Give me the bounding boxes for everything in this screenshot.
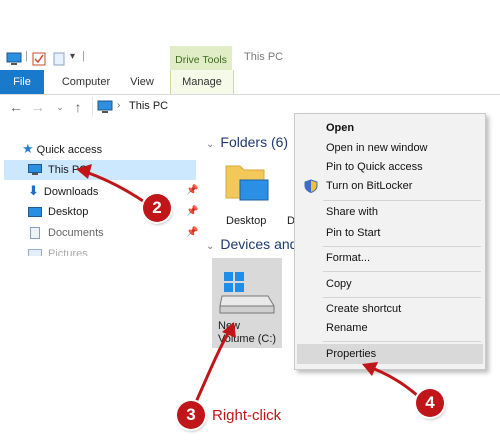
menu-separator <box>323 246 481 247</box>
menu-item-open[interactable]: Open <box>326 122 354 134</box>
menu-highlight <box>297 344 483 364</box>
properties-icon[interactable] <box>32 52 46 66</box>
tab-file[interactable]: File <box>0 70 44 94</box>
menu-item-create-shortcut[interactable]: Create shortcut <box>326 303 401 315</box>
folders-section-header[interactable]: ⌄ Folders (6) <box>206 134 288 150</box>
step-badge-2: 2 <box>143 194 171 222</box>
window-title: This PC <box>244 51 284 63</box>
folder-icon <box>225 165 269 201</box>
sidebar-item-this-pc[interactable]: This PC <box>28 160 87 180</box>
forward-arrow-icon[interactable]: → <box>30 99 46 115</box>
sidebar-item-pictures[interactable]: Pictures <box>28 244 88 256</box>
drive-item-c[interactable]: New Volume (C:) <box>212 258 282 348</box>
step-badge-4: 4 <box>416 389 444 417</box>
menu-separator <box>323 297 481 298</box>
menu-separator <box>323 271 481 272</box>
document-icon <box>30 227 40 240</box>
windows-drive-icon <box>219 272 275 314</box>
pin-icon[interactable]: 📌 <box>186 206 198 217</box>
breadcrumb[interactable]: This PC <box>129 100 168 112</box>
menu-item-share-with[interactable]: Share with <box>326 206 378 218</box>
pin-icon[interactable]: 📌 <box>186 185 198 196</box>
tab-manage[interactable]: Manage <box>170 70 234 94</box>
quick-access-toolbar: | ▾ | <box>6 50 86 68</box>
tab-drive-tools-header: Drive Tools <box>170 46 232 70</box>
menu-item-properties[interactable]: Properties <box>326 348 376 360</box>
tab-computer[interactable]: Computer <box>54 70 118 94</box>
chevron-down-icon: ⌄ <box>206 241 215 252</box>
computer-icon <box>28 164 42 176</box>
menu-item-bitlocker[interactable]: Turn on BitLocker <box>326 180 412 192</box>
customize-toolbar-icon[interactable]: ▾ <box>70 51 75 62</box>
pin-icon[interactable]: 📌 <box>186 227 198 238</box>
recent-dropdown-icon[interactable]: ⌄ <box>52 99 68 115</box>
sidebar-item-desktop[interactable]: Desktop <box>28 202 88 222</box>
chevron-down-icon: ⌄ <box>206 139 215 150</box>
devices-section-header[interactable]: ⌄ Devices and <box>206 236 297 252</box>
shield-icon <box>304 179 318 193</box>
star-icon: ★ <box>22 141 34 156</box>
sidebar-item-quick-access[interactable]: ★ Quick access <box>22 139 102 159</box>
sidebar-item-documents[interactable]: Documents <box>28 223 104 243</box>
menu-item-copy[interactable]: Copy <box>326 278 352 290</box>
menu-item-format[interactable]: Format... <box>326 252 370 264</box>
folder-item-desktop[interactable]: Desktop <box>222 158 272 228</box>
menu-separator <box>323 341 481 342</box>
menu-item-pin-quick-access[interactable]: Pin to Quick access <box>326 161 423 173</box>
drive-label-line1: New <box>218 320 241 332</box>
ribbon-tabs: File Computer View Manage <box>0 70 500 95</box>
up-arrow-icon[interactable]: ↑ <box>70 99 86 115</box>
folder-label: Desktop <box>226 215 267 227</box>
tab-view[interactable]: View <box>122 70 162 94</box>
sidebar-item-downloads[interactable]: ⬇ Downloads <box>28 181 98 201</box>
right-click-callout: Right-click <box>212 407 282 424</box>
download-icon: ⬇ <box>28 183 39 198</box>
desktop-icon <box>28 207 42 218</box>
picture-icon <box>28 249 42 256</box>
drive-label-line2: Volume (C:) <box>218 333 277 345</box>
computer-icon <box>97 100 113 113</box>
menu-item-open-new-window[interactable]: Open in new window <box>326 142 428 154</box>
new-folder-icon[interactable] <box>52 52 66 66</box>
menu-item-rename[interactable]: Rename <box>326 322 368 334</box>
computer-icon <box>6 52 22 65</box>
menu-item-pin-start[interactable]: Pin to Start <box>326 227 380 239</box>
context-menu: Open Open in new window Pin to Quick acc… <box>294 113 486 370</box>
back-arrow-icon[interactable]: ← <box>8 99 24 115</box>
breadcrumb-separator-icon: › <box>117 100 121 111</box>
menu-separator <box>323 200 481 201</box>
step-badge-3: 3 <box>177 401 205 429</box>
